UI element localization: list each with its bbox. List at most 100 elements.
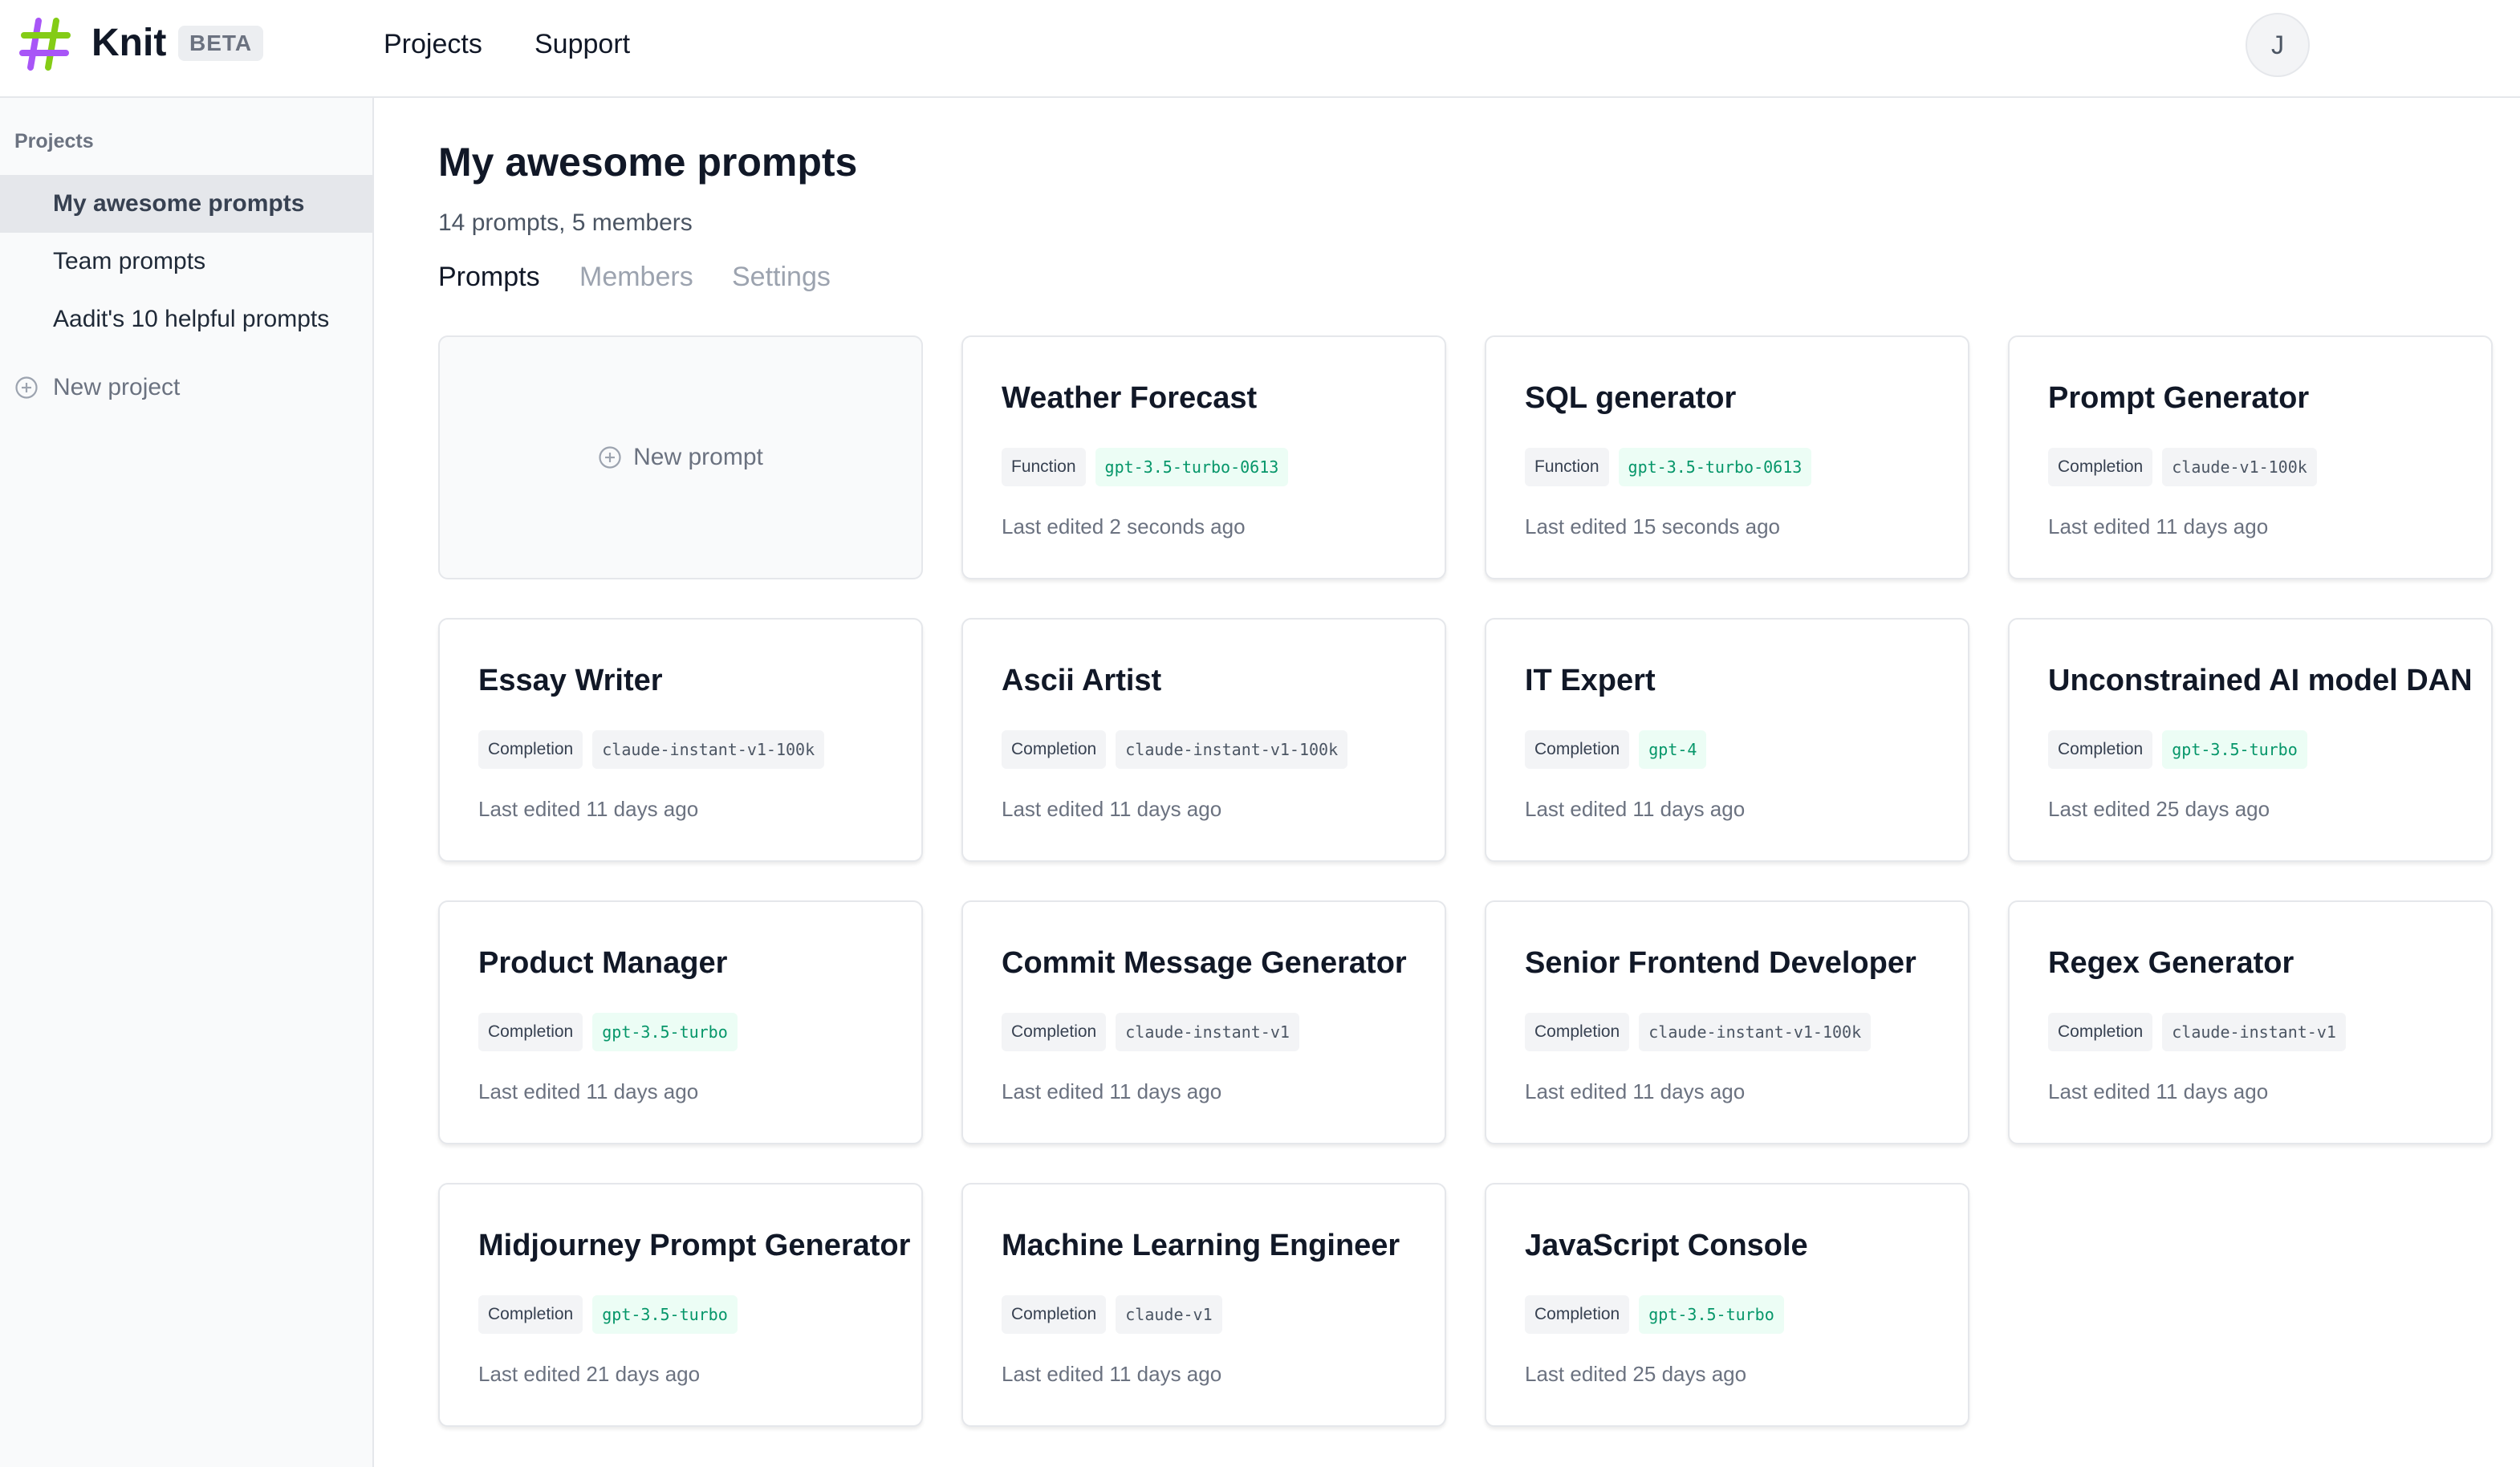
prompt-card-badges: Completion gpt-4 (1525, 730, 1707, 769)
prompt-card[interactable]: IT Expert Completion gpt-4 Last edited 1… (1485, 618, 1969, 862)
prompt-model-badge: gpt-3.5-turbo-0613 (1618, 448, 1812, 486)
prompt-grid: New prompt Weather Forecast Function gpt… (438, 335, 2493, 1427)
prompt-card-last-edited: Last edited 25 days ago (1525, 1362, 1747, 1386)
new-prompt-label: New prompt (633, 444, 763, 470)
prompt-card-last-edited: Last edited 11 days ago (1525, 1079, 1746, 1103)
prompt-model-badge: claude-instant-v1-100k (592, 730, 825, 769)
prompt-model-badge: claude-v1-100k (2162, 448, 2317, 486)
tab-members[interactable]: Members (579, 260, 693, 294)
prompt-card[interactable]: SQL generator Function gpt-3.5-turbo-061… (1485, 335, 1969, 579)
prompt-card-title: Senior Frontend Developer (1525, 946, 1916, 980)
prompt-card[interactable]: Essay Writer Completion claude-instant-v… (438, 618, 923, 862)
prompt-card-title: IT Expert (1525, 664, 1656, 697)
prompt-model-badge: claude-v1 (1116, 1295, 1222, 1334)
prompt-card-badges: Function gpt-3.5-turbo-0613 (1002, 448, 1289, 486)
nav-support-link[interactable]: Support (534, 27, 630, 61)
prompt-card[interactable]: Commit Message Generator Completion clau… (961, 900, 1446, 1144)
prompt-card-title: Regex Generator (2048, 946, 2294, 980)
prompt-card-badges: Completion gpt-3.5-turbo (478, 1295, 738, 1334)
prompt-card-title: Ascii Artist (1002, 664, 1162, 697)
prompt-card-last-edited: Last edited 11 days ago (1002, 1079, 1222, 1103)
prompt-model-badge: claude-instant-v1-100k (1639, 1013, 1872, 1051)
prompt-card-badges: Completion claude-instant-v1 (1002, 1013, 1299, 1051)
prompt-card-badges: Completion claude-v1-100k (2048, 448, 2317, 486)
beta-badge: BETA (178, 26, 264, 61)
prompt-card-last-edited: Last edited 11 days ago (1002, 1362, 1222, 1386)
plus-circle-icon (15, 376, 38, 399)
prompt-card-last-edited: Last edited 11 days ago (2048, 514, 2269, 538)
prompt-card[interactable]: JavaScript Console Completion gpt-3.5-tu… (1485, 1183, 1969, 1427)
prompt-card-title: Machine Learning Engineer (1002, 1229, 1400, 1262)
sidebar-item-team-prompts[interactable]: Team prompts (0, 233, 372, 291)
prompt-card-title: Weather Forecast (1002, 381, 1258, 415)
page-title: My awesome prompts (438, 140, 858, 185)
new-project-label: New project (53, 374, 181, 400)
prompt-type-badge: Completion (2048, 730, 2153, 769)
sidebar-item-my-awesome-prompts[interactable]: My awesome prompts (0, 175, 372, 233)
prompt-card-badges: Completion claude-instant-v1-100k (1525, 1013, 1872, 1051)
prompt-card-last-edited: Last edited 11 days ago (478, 1079, 699, 1103)
prompt-card-last-edited: Last edited 25 days ago (2048, 797, 2270, 821)
prompt-card[interactable]: Regex Generator Completion claude-instan… (2008, 900, 2493, 1144)
prompt-card[interactable]: Machine Learning Engineer Completion cla… (961, 1183, 1446, 1427)
hash-logo-icon[interactable] (19, 18, 72, 71)
prompt-card-badges: Completion claude-v1 (1002, 1295, 1222, 1334)
prompt-model-badge: claude-instant-v1 (1116, 1013, 1299, 1051)
prompt-card-title: Prompt Generator (2048, 381, 2310, 415)
prompt-type-badge: Function (1002, 448, 1086, 486)
prompt-card-badges: Completion gpt-3.5-turbo (1525, 1295, 1784, 1334)
prompt-card-last-edited: Last edited 11 days ago (2048, 1079, 2269, 1103)
plus-circle-icon (599, 446, 621, 469)
prompt-card-title: JavaScript Console (1525, 1229, 1808, 1262)
prompt-type-badge: Completion (478, 1295, 583, 1334)
prompt-type-badge: Completion (2048, 1013, 2153, 1051)
user-avatar[interactable]: J (2246, 13, 2310, 77)
new-prompt-card[interactable]: New prompt (438, 335, 923, 579)
new-project-button[interactable]: New project (14, 368, 180, 408)
prompt-card-badges: Completion claude-instant-v1 (2048, 1013, 2346, 1051)
prompt-model-badge: gpt-3.5-turbo (592, 1013, 738, 1051)
prompt-type-badge: Completion (1002, 730, 1107, 769)
nav-projects-link[interactable]: Projects (384, 27, 482, 61)
prompt-card-title: Product Manager (478, 946, 728, 980)
prompt-model-badge: gpt-4 (1639, 730, 1707, 769)
prompt-card[interactable]: Weather Forecast Function gpt-3.5-turbo-… (961, 335, 1446, 579)
prompt-card-last-edited: Last edited 11 days ago (478, 797, 699, 821)
prompt-card-title: Commit Message Generator (1002, 946, 1407, 980)
sidebar-title: Projects (14, 130, 94, 152)
prompt-type-badge: Function (1525, 448, 1609, 486)
prompt-type-badge: Completion (1525, 730, 1630, 769)
prompt-model-badge: gpt-3.5-turbo (1639, 1295, 1784, 1334)
prompt-model-badge: claude-instant-v1-100k (1116, 730, 1348, 769)
tab-settings[interactable]: Settings (732, 260, 831, 294)
brand-name[interactable]: Knit (91, 21, 166, 66)
prompt-card[interactable]: Unconstrained AI model DAN Completion gp… (2008, 618, 2493, 862)
prompt-card-last-edited: Last edited 11 days ago (1525, 797, 1746, 821)
prompt-type-badge: Completion (478, 1013, 583, 1051)
sidebar: Projects My awesome prompts Team prompts… (0, 98, 374, 1467)
sidebar-item-aadits-prompts[interactable]: Aadit's 10 helpful prompts (0, 291, 372, 348)
prompt-type-badge: Completion (1525, 1295, 1630, 1334)
prompt-card-last-edited: Last edited 15 seconds ago (1525, 514, 1781, 538)
prompt-card-badges: Completion gpt-3.5-turbo (2048, 730, 2307, 769)
prompt-card[interactable]: Ascii Artist Completion claude-instant-v… (961, 618, 1446, 862)
prompt-card-badges: Completion claude-instant-v1-100k (478, 730, 825, 769)
prompt-card-badges: Function gpt-3.5-turbo-0613 (1525, 448, 1812, 486)
top-header: Knit BETA Projects Support J (0, 0, 2520, 98)
prompt-model-badge: gpt-3.5-turbo (592, 1295, 738, 1334)
prompt-card[interactable]: Product Manager Completion gpt-3.5-turbo… (438, 900, 923, 1144)
prompt-card-title: Unconstrained AI model DAN (2048, 664, 2473, 697)
prompt-type-badge: Completion (1002, 1295, 1107, 1334)
prompt-card[interactable]: Prompt Generator Completion claude-v1-10… (2008, 335, 2493, 579)
prompt-card[interactable]: Senior Frontend Developer Completion cla… (1485, 900, 1969, 1144)
tab-prompts[interactable]: Prompts (438, 260, 540, 294)
prompt-card[interactable]: Midjourney Prompt Generator Completion g… (438, 1183, 923, 1427)
prompt-card-badges: Completion claude-instant-v1-100k (1002, 730, 1348, 769)
prompt-card-title: Midjourney Prompt Generator (478, 1229, 911, 1262)
prompt-card-last-edited: Last edited 11 days ago (1002, 797, 1222, 821)
prompt-card-title: SQL generator (1525, 381, 1737, 415)
prompt-type-badge: Completion (478, 730, 583, 769)
prompt-card-badges: Completion gpt-3.5-turbo (478, 1013, 738, 1051)
prompt-card-last-edited: Last edited 21 days ago (478, 1362, 701, 1386)
prompt-type-badge: Completion (2048, 448, 2153, 486)
